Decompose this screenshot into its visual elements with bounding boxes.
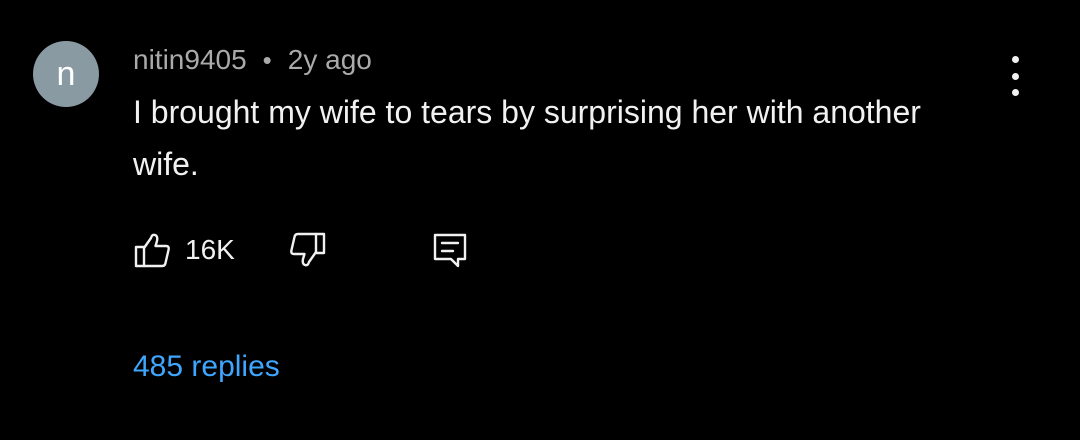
author-name[interactable]: nitin9405 — [133, 40, 247, 80]
reply-comment-icon — [433, 233, 467, 268]
comment-thread: n nitin9405 • 2y ago I brought my wife t… — [0, 0, 1080, 440]
thumbs-up-icon — [134, 233, 170, 268]
reply-button[interactable] — [431, 230, 469, 270]
view-replies-link[interactable]: 485 replies — [133, 346, 280, 388]
avatar-letter: n — [56, 54, 76, 93]
thumbs-down-icon — [289, 232, 326, 267]
more-vertical-icon — [1011, 56, 1019, 63]
comment-text: I brought my wife to tears by surprising… — [133, 94, 921, 182]
more-options-button[interactable] — [1000, 56, 1030, 96]
avatar[interactable]: n — [33, 41, 99, 107]
comment-timestamp: 2y ago — [287, 44, 372, 75]
like-button[interactable]: 16K — [133, 230, 235, 270]
meta-separator: • — [262, 45, 272, 75]
like-count: 16K — [185, 234, 235, 265]
comment-meta: nitin9405 • 2y ago — [133, 40, 372, 80]
comment-actions: 16K — [133, 228, 469, 272]
dislike-button[interactable] — [287, 230, 327, 270]
